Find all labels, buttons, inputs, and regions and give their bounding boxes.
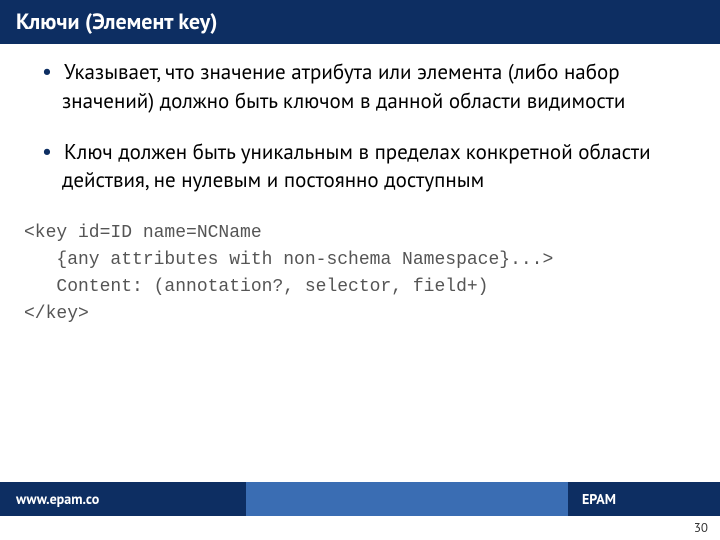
list-item: Указывает, что значение атрибута или эле… [42, 58, 696, 114]
footer-url: www.epam.co [0, 482, 246, 516]
footer: www.epam.co EPAM [0, 482, 720, 516]
bullet-list: Указывает, что значение атрибута или эле… [42, 58, 696, 194]
code-block: <key id=ID name=NCName {any attributes w… [24, 220, 696, 328]
slide: Ключи (Элемент key) Указывает, что значе… [0, 0, 720, 540]
bullet-text: Ключ должен быть уникальным в пределах к… [62, 138, 651, 194]
footer-brand: EPAM [568, 482, 720, 516]
slide-content: Указывает, что значение атрибута или эле… [0, 44, 720, 540]
slide-title: Ключи (Элемент key) [0, 0, 720, 44]
bullet-text: Указывает, что значение атрибута или эле… [62, 58, 625, 114]
page-number: 30 [694, 519, 708, 536]
list-item: Ключ должен быть уникальным в пределах к… [42, 138, 696, 194]
footer-spacer [246, 482, 568, 516]
